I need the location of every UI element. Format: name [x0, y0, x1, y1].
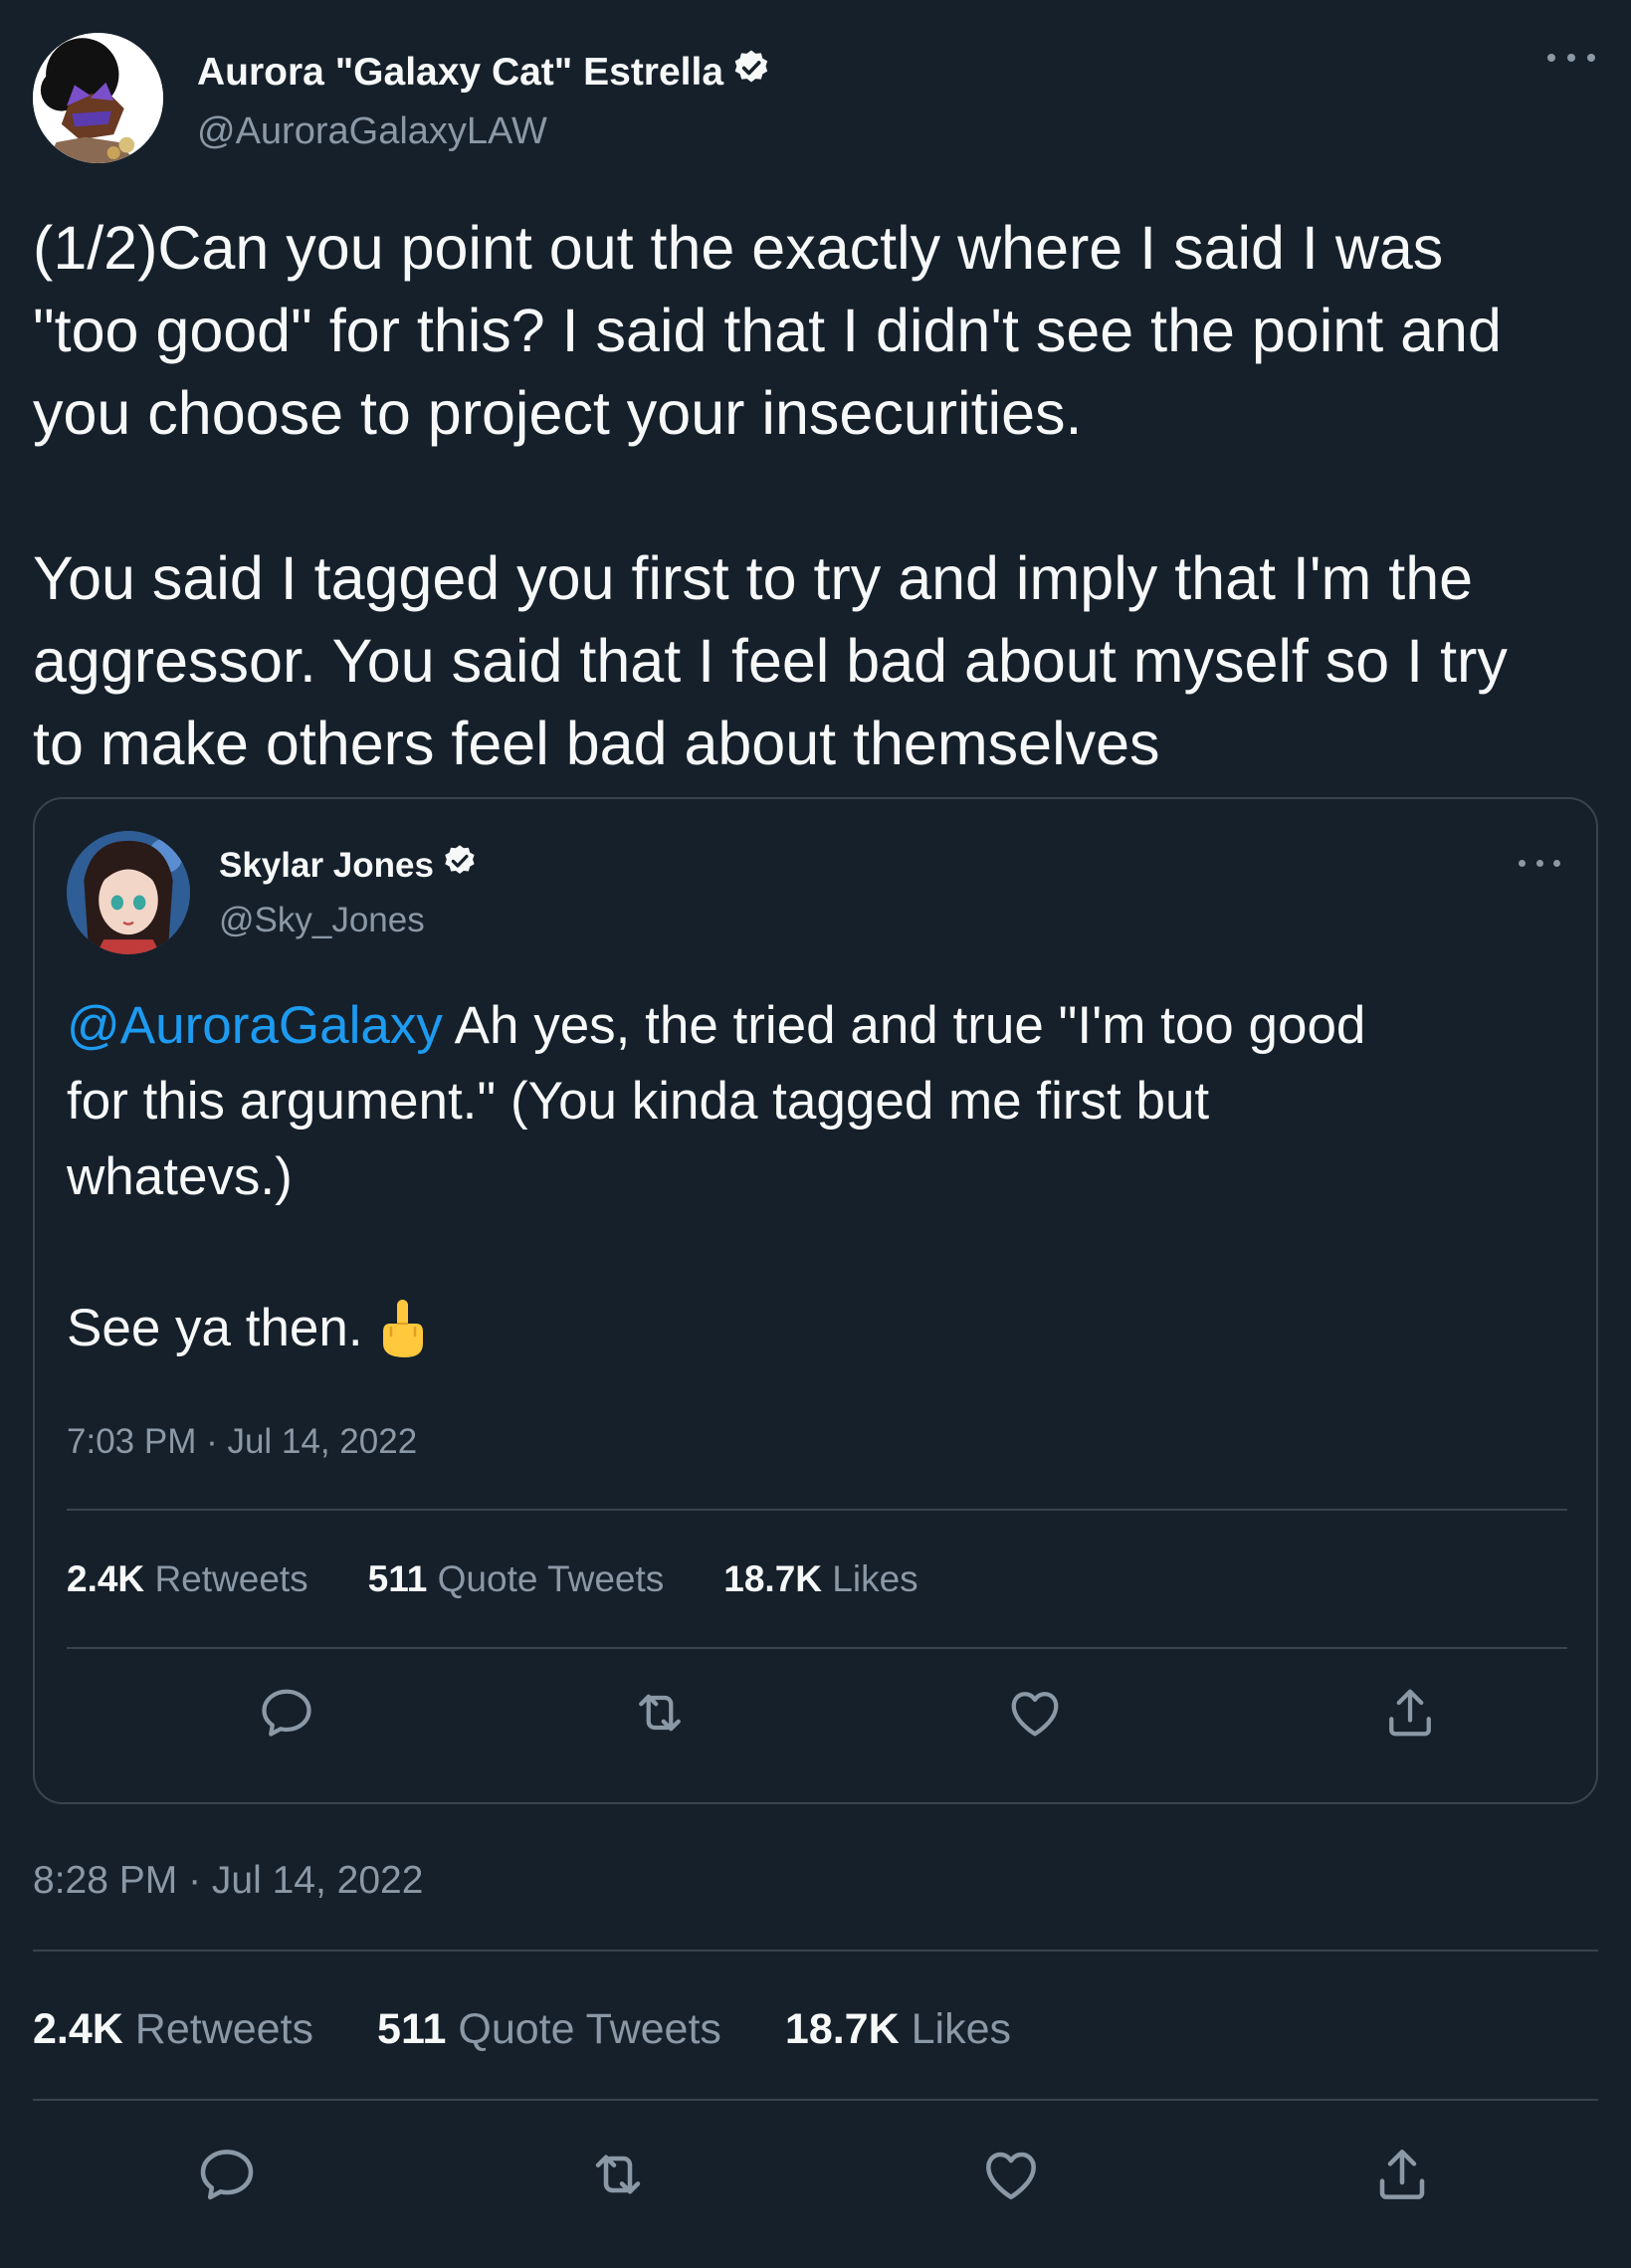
quoted-author-name[interactable]: Skylar Jones: [219, 846, 434, 886]
quote-tweets-count: 511: [367, 1558, 428, 1599]
author-avatar[interactable]: [33, 33, 163, 163]
quoted-author-name-row[interactable]: Skylar Jones: [219, 843, 478, 888]
tweet: Aurora "Galaxy Cat" Estrella @AuroraGala…: [0, 0, 1631, 2268]
retweet-icon[interactable]: [630, 1683, 690, 1743]
retweets-stat[interactable]: 2.4K Retweets: [67, 1558, 308, 1600]
more-icon[interactable]: [1547, 38, 1595, 78]
likes-stat[interactable]: 18.7K Likes: [723, 1558, 917, 1600]
likes-count: 18.7K: [784, 2005, 900, 2053]
quote-tweets-label: Quote Tweets: [458, 2005, 721, 2053]
quoted-text-line: @AuroraGalaxy Ah yes, the tried and true…: [67, 988, 1569, 1064]
quoted-author-handle[interactable]: @Sky_Jones: [219, 901, 425, 940]
retweets-label: Retweets: [154, 1558, 308, 1599]
retweets-label: Retweets: [134, 2005, 314, 2053]
tweet-text-line: You said I tagged you first to try and i…: [33, 544, 1474, 612]
tweet-text: (1/2)Can you point out the exactly where…: [33, 207, 1605, 785]
quote-tweets-stat[interactable]: 511 Quote Tweets: [377, 2005, 721, 2054]
avatar-character-image: [33, 33, 163, 163]
quoted-tweet-text: @AuroraGalaxy Ah yes, the tried and true…: [67, 988, 1569, 1366]
more-dot: [1553, 859, 1560, 867]
quoted-tweet-actions: [35, 1675, 1600, 1754]
tweet-text-line: aggressor. You said that I feel bad abou…: [33, 627, 1508, 695]
retweets-stat[interactable]: 2.4K Retweets: [33, 2005, 313, 2054]
retweet-icon[interactable]: [586, 2143, 650, 2206]
divider: [33, 1950, 1598, 1952]
quoted-text-line: whatevs.): [67, 1147, 293, 1206]
quoted-text-line: See ya then.: [67, 1291, 1569, 1366]
tweet-text-line: to make others feel bad about themselves: [33, 710, 1160, 777]
tweet-text-line: "too good" for this? I said that I didn'…: [33, 297, 1502, 364]
more-dot: [1519, 859, 1526, 867]
reply-icon[interactable]: [195, 2143, 259, 2206]
divider: [67, 1647, 1567, 1649]
verified-badge-icon: [442, 843, 478, 888]
middle-finger-emoji-icon: [375, 1298, 431, 1359]
verified-badge-icon: [731, 48, 771, 98]
quote-tweets-count: 511: [377, 2005, 447, 2053]
quoted-text-line: for this argument." (You kinda tagged me…: [67, 1072, 1210, 1131]
more-dot: [1567, 54, 1575, 62]
tweet-stats: 2.4K Retweets 511 Quote Tweets 18.7K Lik…: [33, 2005, 1075, 2054]
quote-tweets-stat[interactable]: 511 Quote Tweets: [368, 1558, 665, 1600]
divider: [33, 2099, 1598, 2101]
likes-stat[interactable]: 18.7K Likes: [785, 2005, 1011, 2054]
mention-link[interactable]: @AuroraGalaxy: [67, 996, 443, 1055]
share-icon[interactable]: [1370, 2143, 1434, 2206]
author-name-row[interactable]: Aurora "Galaxy Cat" Estrella: [197, 48, 771, 98]
tweet-timestamp[interactable]: 8:28 PM · Jul 14, 2022: [33, 1859, 423, 1903]
tweet-text-line: (1/2)Can you point out the exactly where…: [33, 214, 1444, 282]
heart-icon[interactable]: [1005, 1683, 1065, 1743]
author-name[interactable]: Aurora "Galaxy Cat" Estrella: [197, 51, 723, 95]
more-dot: [1547, 54, 1555, 62]
quoted-text-fragment: Ah yes, the tried and true "I'm too good: [442, 996, 1366, 1055]
retweets-count: 2.4K: [33, 2005, 123, 2053]
likes-label: Likes: [911, 2005, 1011, 2053]
heart-icon[interactable]: [979, 2143, 1043, 2206]
tweet-text-line: you choose to project your insecurities.: [33, 379, 1083, 447]
quoted-tweet-stats: 2.4K Retweets 511 Quote Tweets 18.7K Lik…: [67, 1558, 978, 1600]
more-dot: [1587, 54, 1595, 62]
reply-icon[interactable]: [257, 1683, 316, 1743]
quoted-author-avatar[interactable]: [67, 831, 190, 954]
more-icon[interactable]: [1519, 853, 1560, 873]
avatar-character-image: [67, 831, 190, 954]
quoted-tweet-card[interactable]: Skylar Jones @Sky_Jones @AuroraGalaxy Ah…: [33, 797, 1598, 1804]
quote-tweets-label: Quote Tweets: [437, 1558, 665, 1599]
quoted-tweet-timestamp[interactable]: 7:03 PM · Jul 14, 2022: [67, 1422, 417, 1462]
divider: [67, 1509, 1567, 1511]
share-icon[interactable]: [1380, 1683, 1440, 1743]
author-handle[interactable]: @AuroraGalaxyLAW: [197, 110, 547, 153]
quoted-text-fragment: See ya then.: [67, 1299, 363, 1357]
retweets-count: 2.4K: [67, 1558, 145, 1599]
more-dot: [1535, 859, 1543, 867]
likes-count: 18.7K: [723, 1558, 823, 1599]
tweet-actions: [0, 2137, 1631, 2226]
likes-label: Likes: [832, 1558, 918, 1599]
